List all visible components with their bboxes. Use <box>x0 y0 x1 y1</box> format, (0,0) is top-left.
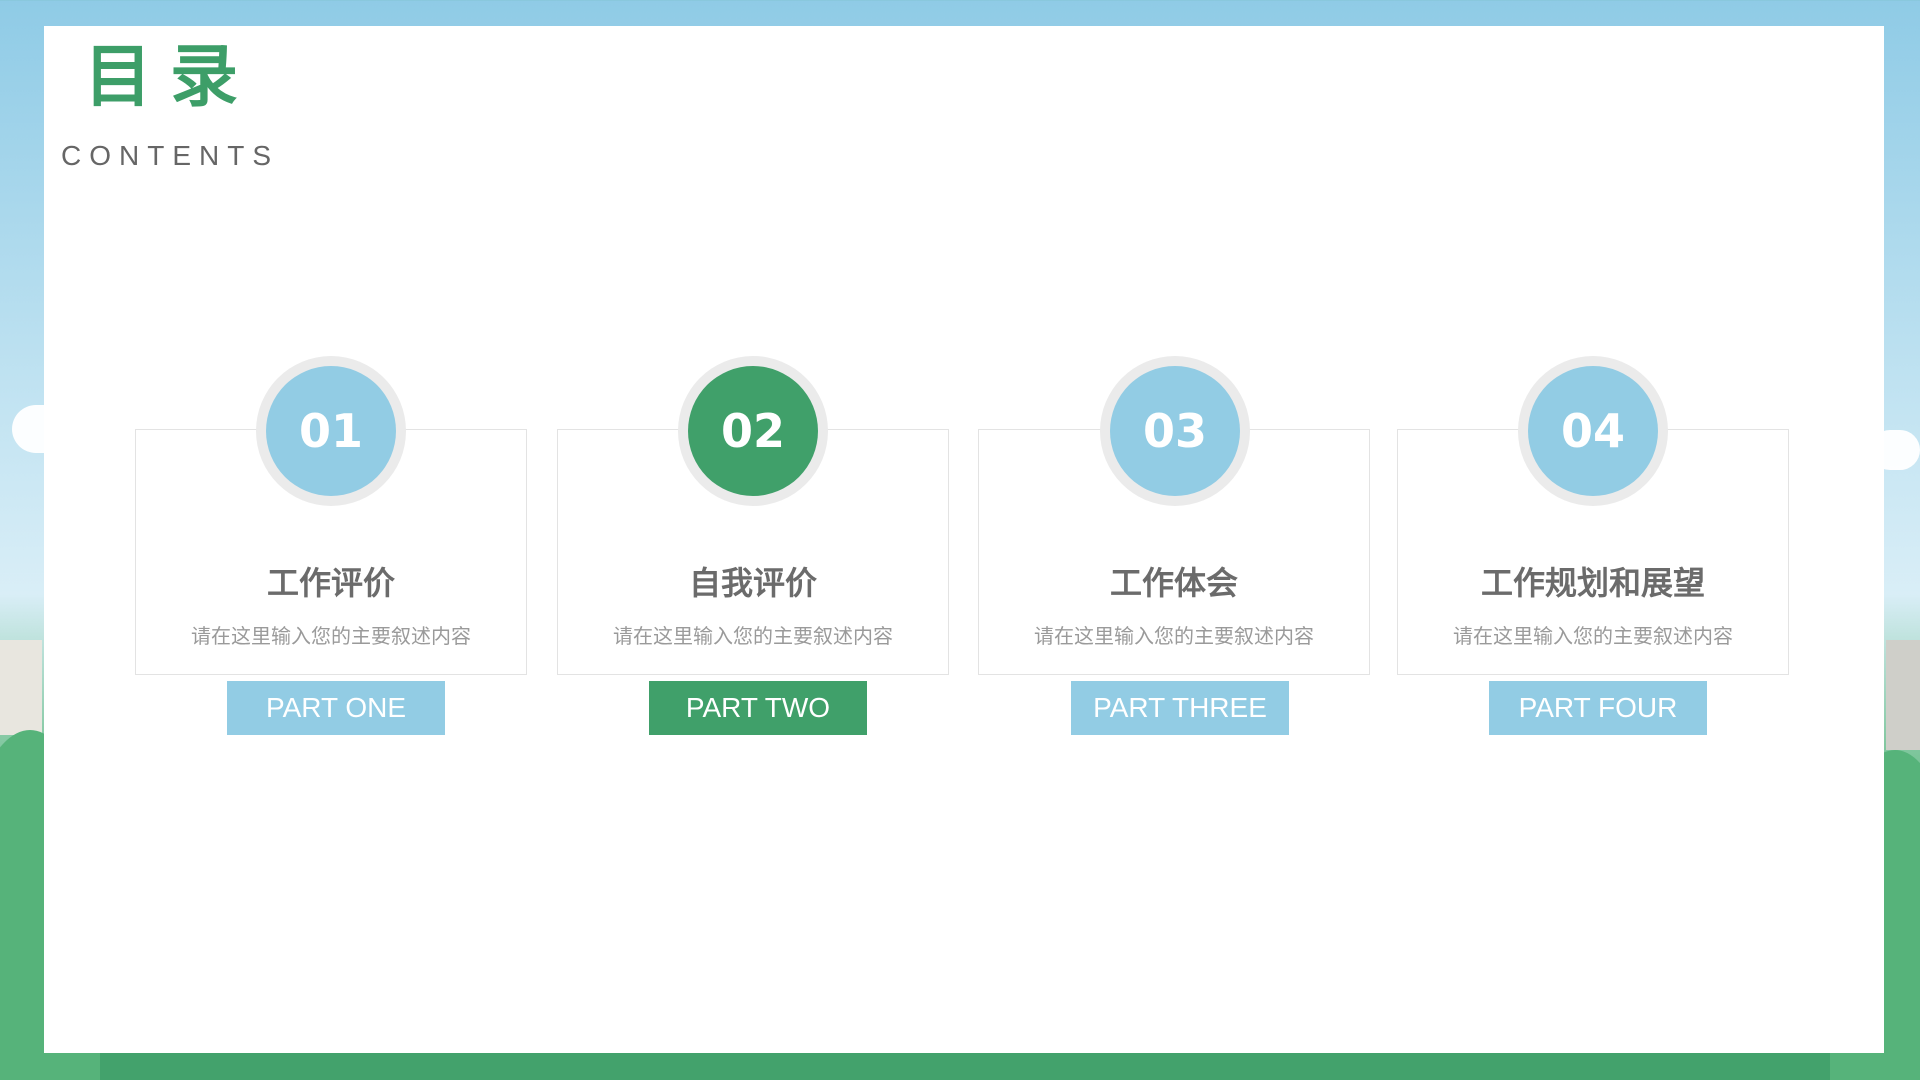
section-title: 自我评价 <box>688 564 817 602</box>
part-label[interactable]: PART TWO <box>649 681 867 735</box>
section-title: 工作体会 <box>1109 564 1238 602</box>
section-title: 工作评价 <box>266 564 395 602</box>
number-badge: 04 <box>1518 356 1668 506</box>
number-badge: 03 <box>1100 356 1250 506</box>
number-circle: 03 <box>1110 366 1240 496</box>
section-description: 请在这里输入您的主要叙述内容 <box>1034 624 1314 648</box>
section-description: 请在这里输入您的主要叙述内容 <box>191 624 471 648</box>
section-description: 请在这里输入您的主要叙述内容 <box>1453 624 1733 648</box>
page-title: 目录 <box>84 38 257 117</box>
part-label[interactable]: PART THREE <box>1071 681 1289 735</box>
part-label[interactable]: PART ONE <box>227 681 445 735</box>
number-badge: 01 <box>256 356 406 506</box>
page-subtitle: CONTENTS <box>61 140 279 171</box>
number-badge: 02 <box>678 356 828 506</box>
section-title: 工作规划和展望 <box>1480 564 1705 602</box>
part-label[interactable]: PART FOUR <box>1489 681 1707 735</box>
number-circle: 04 <box>1528 366 1658 496</box>
number-circle: 01 <box>266 366 396 496</box>
section-description: 请在这里输入您的主要叙述内容 <box>613 624 893 648</box>
building-decoration <box>0 640 42 735</box>
slide-canvas: 目录 CONTENTS 工作评价 请在这里输入您的主要叙述内容 01 PART … <box>44 26 1884 1053</box>
number-circle: 02 <box>688 366 818 496</box>
building-decoration <box>1886 640 1920 750</box>
